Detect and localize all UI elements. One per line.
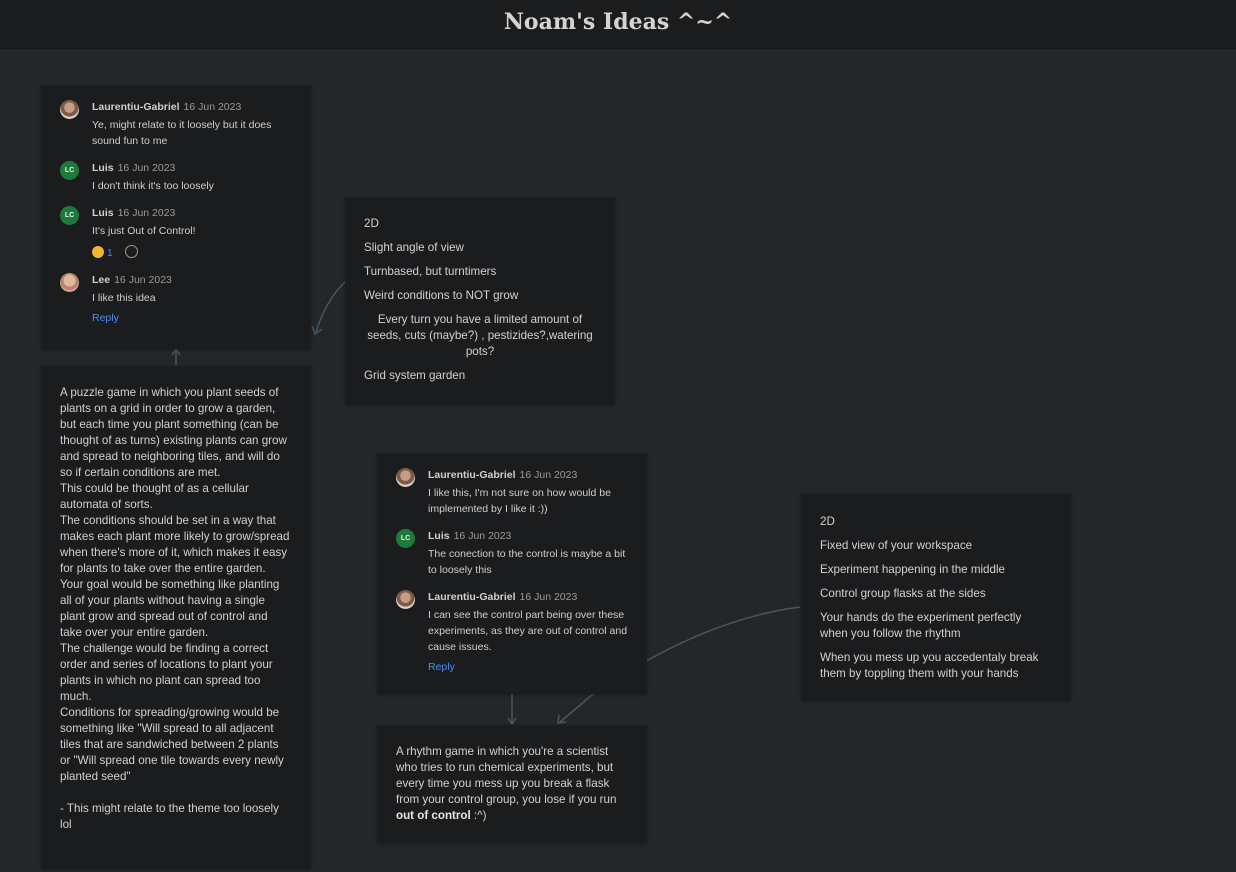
comment-date: 16 Jun 2023 xyxy=(114,274,172,286)
comment: Lee 16 Jun 2023 I like this idea Reply xyxy=(60,273,293,325)
idea-line: - This might relate to the theme too loo… xyxy=(60,802,279,831)
idea-line: A puzzle game in which you plant seeds o… xyxy=(60,386,287,479)
note-line: 2D xyxy=(364,217,379,230)
note-rhythm-details[interactable]: 2D Fixed view of your workspace Experime… xyxy=(801,494,1071,700)
comment-thread-garden[interactable]: Laurentiu-Gabriel 16 Jun 2023 Ye, might r… xyxy=(41,85,311,349)
comment-text: I can see the control part being over th… xyxy=(428,609,628,653)
comment: LC Luis 16 Jun 2023 The conection to the … xyxy=(396,529,629,578)
idea-card-garden[interactable]: A puzzle game in which you plant seeds o… xyxy=(41,366,311,868)
comment: Laurentiu-Gabriel 16 Jun 2023 I can see t… xyxy=(396,590,629,674)
idea-text-end: :^) xyxy=(470,809,487,822)
avatar: LC xyxy=(396,529,415,548)
idea-text-bold: out of control xyxy=(396,809,471,822)
comment-author: Luis xyxy=(92,207,114,219)
reply-link[interactable]: Reply xyxy=(428,661,455,673)
comment-date: 16 Jun 2023 xyxy=(117,162,176,174)
comment-author: Laurentiu-Gabriel xyxy=(428,591,516,603)
comment-text: I like this, I'm not sure on how would b… xyxy=(428,487,611,515)
idea-line: Conditions for spreading/growing would b… xyxy=(60,706,284,783)
note-line: When you mess up you accedentaly break t… xyxy=(820,651,1039,680)
reactions-bar: 1 xyxy=(92,245,293,261)
idea-line: The challenge would be finding a correct… xyxy=(60,642,273,703)
note-garden-details[interactable]: 2D Slight angle of view Turnbased, but t… xyxy=(345,197,615,404)
comment-author: Luis xyxy=(428,530,450,542)
board-header: Noam's Ideas ^~^ xyxy=(0,0,1236,51)
comment-text: Ye, might relate to it loosely but it do… xyxy=(92,119,272,147)
idea-line: The conditions should be set in a way th… xyxy=(60,514,290,575)
face-emoji-icon xyxy=(92,246,104,258)
comment-date: 16 Jun 2023 xyxy=(519,469,578,481)
comment-text: The conection to the control is maybe a … xyxy=(428,548,626,576)
comment-date: 16 Jun 2023 xyxy=(453,530,512,542)
note-line: Every turn you have a limited amount of … xyxy=(367,313,593,358)
comment-author: Laurentiu-Gabriel xyxy=(428,469,516,481)
avatar xyxy=(396,590,415,609)
note-line: Your hands do the experiment perfectly w… xyxy=(820,611,1022,640)
note-line: Control group flasks at the sides xyxy=(820,587,986,600)
comment: Laurentiu-Gabriel 16 Jun 2023 I like this… xyxy=(396,468,629,517)
note-line: Weird conditions to NOT grow xyxy=(364,289,519,302)
comment-date: 16 Jun 2023 xyxy=(519,591,578,603)
avatar: LC xyxy=(60,161,79,180)
comment-author: Lee xyxy=(92,274,111,286)
comment-author: Laurentiu-Gabriel xyxy=(92,101,180,113)
note-line: Fixed view of your workspace xyxy=(820,539,973,552)
idea-card-rhythm[interactable]: A rhythm game in which you're a scientis… xyxy=(377,725,647,843)
reaction-count: 1 xyxy=(107,248,113,259)
avatar xyxy=(396,468,415,487)
comment: Laurentiu-Gabriel 16 Jun 2023 Ye, might r… xyxy=(60,100,293,149)
idea-line: Your goal would be something like planti… xyxy=(60,578,280,639)
note-line: Turnbased, but turntimers xyxy=(364,265,497,278)
note-line: Grid system garden xyxy=(364,369,466,382)
avatar: LC xyxy=(60,206,79,225)
idea-line xyxy=(60,785,292,801)
board-title: Noam's Ideas ^~^ xyxy=(503,9,733,35)
note-line: Slight angle of view xyxy=(364,241,464,254)
comment-author: Luis xyxy=(92,162,114,174)
connector-garden-note xyxy=(315,281,346,333)
comment-text: I don't think it's too loosely xyxy=(92,180,214,192)
add-reaction-icon[interactable] xyxy=(125,245,139,258)
idea-text: A rhythm game in which you're a scientis… xyxy=(396,745,617,806)
avatar xyxy=(60,273,79,292)
comment-thread-rhythm[interactable]: Laurentiu-Gabriel 16 Jun 2023 I like this… xyxy=(377,453,647,694)
comment: LC Luis 16 Jun 2023 I don't think it's to… xyxy=(60,161,293,194)
note-line: 2D xyxy=(820,515,835,528)
comment-date: 16 Jun 2023 xyxy=(183,101,242,113)
reply-link[interactable]: Reply xyxy=(92,312,119,324)
emoji-reaction[interactable]: 1 xyxy=(92,246,113,259)
comment-text: It's just Out of Control! xyxy=(92,225,196,237)
comment-date: 16 Jun 2023 xyxy=(117,207,176,219)
comment: LC Luis 16 Jun 2023 It's just Out of Cont… xyxy=(60,206,293,261)
note-line: Experiment happening in the middle xyxy=(820,563,1005,576)
idea-line: This could be thought of as a cellular a… xyxy=(60,482,249,511)
comment-text: I like this idea xyxy=(92,292,156,304)
avatar xyxy=(60,100,79,119)
